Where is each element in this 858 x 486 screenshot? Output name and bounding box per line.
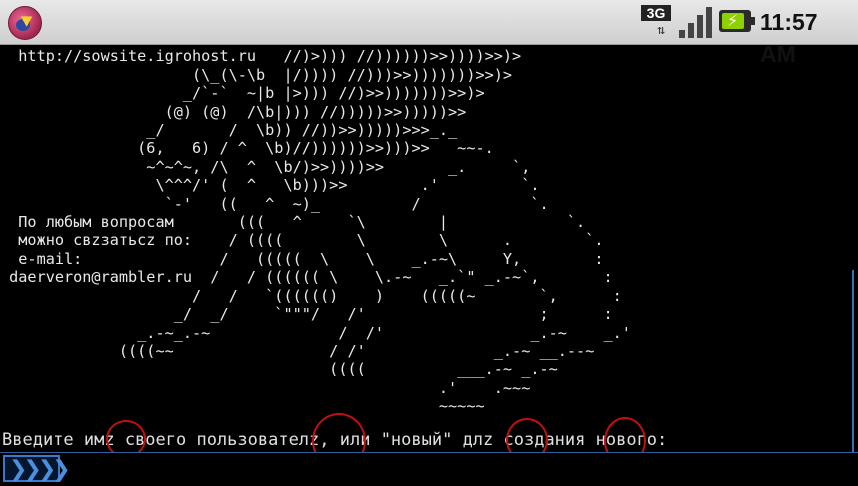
terminal-line: ~~~~~	[0, 397, 485, 416]
network-type-label: 3G	[641, 5, 671, 21]
charging-bolt-icon: ⚡	[727, 11, 739, 30]
status-bar: 3G ⇅ ⚡ 11:57 AM	[0, 0, 858, 67]
send-button[interactable]: ❯❯❯❯	[3, 455, 71, 482]
data-transfer-icon: ⇅	[657, 23, 665, 38]
command-input-bar: ❯❯❯❯	[0, 453, 858, 486]
command-input[interactable]	[66, 455, 855, 484]
terminal-line: e-mail: / ((((( \ \ _.-~\ Y, :	[0, 249, 604, 268]
terminal-line: _/`-` ~|b |>))) //)>>)))))))>>)>	[0, 84, 485, 103]
terminal-line: \^^^/' ( ^ \b)))>> .' `.	[0, 176, 540, 195]
terminal-line: ((((~~ / /' _.-~ __.--~	[0, 341, 595, 360]
terminal-line: http://sowsite.igrohost.ru //)>))) //)))…	[0, 47, 522, 66]
terminal-line: _/ / \b)) //))>>)))))>>>_._	[0, 121, 458, 140]
terminal-line: ~^~^~, /\ ^ \b/)>>))))>> _. `,	[0, 157, 531, 176]
terminal-line: (6, 6) / ^ \b)//))))))>>)))>> ~~-.	[0, 139, 494, 158]
terminal-line: (@) (@) /\b|))) //)))))>>)))))>>	[0, 102, 467, 121]
terminal-line: (\_(\-\b |/)))) //)))>>)))))))>>)>	[0, 65, 513, 84]
terminal-line: .' .~~~	[0, 378, 531, 397]
terminal-line: / / `(((((() ) (((((~ `, :	[0, 286, 622, 305]
terminal-line: daerveron@rambler.ru / / (((((( \ \.-~ _…	[0, 268, 613, 287]
signal-strength-icon	[679, 6, 713, 38]
terminal-line: `-' (( ^ ~)_ / `.	[0, 194, 549, 213]
terminal-line: можно свzзатьсz по: / (((( \ \ . `.	[0, 231, 604, 250]
network-3g-icon: 3G ⇅	[641, 5, 671, 39]
battery-charging-icon: ⚡	[719, 10, 755, 32]
terminal-output[interactable]: //))))) : )>))))>>)> http://sowsite.igro…	[0, 45, 858, 455]
terminal-scrollbar[interactable]	[852, 270, 854, 452]
status-clock: 11:57 AM	[760, 9, 818, 67]
terminal-line: _/ _/ `"""/ /' ; :	[0, 305, 613, 324]
ascii-art-banner: //))))) : )>))))>>)> http://sowsite.igro…	[0, 45, 631, 416]
send-chevrons-icon: ❯❯❯❯	[9, 457, 71, 482]
terminal-line: По любым вопросам ((( ^ `\ | `.	[0, 213, 586, 232]
app-bird-icon[interactable]	[8, 6, 42, 40]
terminal-line: _.-~_.-~ / /' _.-~ _.'	[0, 323, 631, 342]
terminal-line: (((( ___.-~ _.-~	[0, 360, 558, 379]
